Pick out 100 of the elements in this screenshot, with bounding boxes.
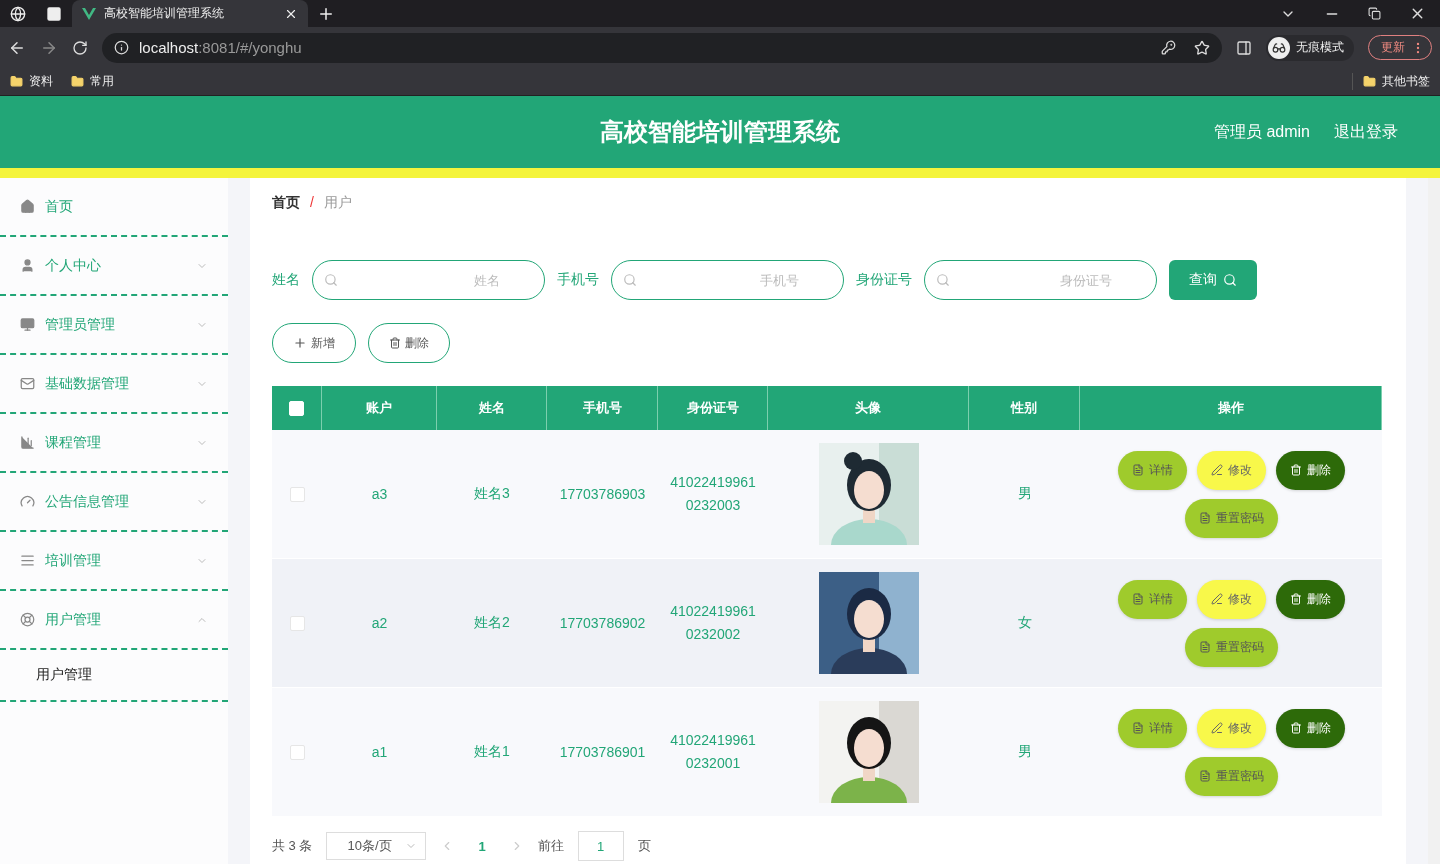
search-field[interactable]: 手机号 — [611, 260, 844, 300]
sidebar-item[interactable]: 用户管理 — [0, 591, 228, 650]
search-icon — [623, 273, 637, 287]
v-logo-icon — [82, 7, 96, 20]
star-icon[interactable] — [1194, 39, 1210, 56]
side-panel-icon[interactable] — [1236, 39, 1252, 56]
column-header: 账户 — [366, 399, 392, 417]
reset-password-button[interactable]: 重置密码 — [1184, 756, 1278, 796]
sidebar-item[interactable]: 培训管理 — [0, 532, 228, 591]
breadcrumb-item: 用户 — [323, 194, 352, 212]
document-icon — [1198, 641, 1211, 653]
table-cell: 女 — [1017, 614, 1032, 632]
lifebuoy-icon — [20, 612, 35, 627]
column-header: 头像 — [855, 399, 881, 417]
column-header: 手机号 — [582, 399, 622, 417]
row-checkbox[interactable] — [289, 486, 305, 502]
table-cell: 男 — [1017, 743, 1032, 761]
gauge-icon — [20, 494, 35, 509]
restore-icon[interactable] — [1368, 7, 1381, 20]
table-cell: a2 — [371, 615, 388, 631]
search-field[interactable]: 姓名 — [312, 260, 545, 300]
table-cell: 姓名3 — [474, 485, 510, 503]
browser-tab[interactable]: 高校智能培训管理系统 — [72, 0, 308, 27]
edit-button[interactable]: 修改 — [1196, 579, 1266, 619]
breadcrumb-separator: / — [310, 194, 314, 212]
incognito-icon — [1272, 40, 1286, 55]
address-bar[interactable]: localhost:8081/#/yonghu — [102, 32, 1222, 63]
sidebar-item[interactable]: 基础数据管理 — [0, 355, 228, 414]
table-cell-text: 17703786901 — [558, 742, 647, 762]
trash-icon — [389, 337, 401, 349]
field-label: 手机号 — [557, 271, 599, 289]
page-number[interactable]: 1 — [468, 838, 496, 854]
delete-button[interactable]: 删除 — [1275, 450, 1345, 490]
document-icon — [1131, 593, 1144, 605]
scrollbar[interactable] — [1428, 178, 1440, 864]
table-cell-text: 17703786902 — [558, 613, 647, 633]
trash-icon — [1289, 464, 1302, 476]
plus-icon — [293, 336, 307, 350]
table-cell: a3 — [371, 486, 388, 502]
row-checkbox[interactable] — [289, 744, 305, 760]
reset-password-button[interactable]: 重置密码 — [1184, 498, 1278, 538]
search-icon — [936, 273, 950, 287]
pen-icon — [1210, 464, 1223, 476]
table-cell-text: 410224199610232003 — [669, 473, 757, 515]
detail-button[interactable]: 详情 — [1117, 450, 1187, 490]
folder-icon — [10, 75, 23, 88]
bookmark-folder[interactable]: 常用 — [71, 73, 114, 90]
column-header: 身份证号 — [686, 399, 739, 417]
reload-icon[interactable] — [72, 39, 88, 56]
bookmark-folder[interactable]: 资料 — [10, 73, 53, 90]
table-cell: 姓名2 — [474, 614, 510, 632]
user-label: 管理员 admin — [1213, 121, 1310, 142]
home-icon — [20, 199, 35, 214]
globe-icon[interactable] — [10, 5, 26, 22]
detail-button[interactable]: 详情 — [1117, 708, 1187, 748]
column-header: 性别 — [1011, 399, 1037, 417]
delete-button[interactable]: 删除 — [1275, 579, 1345, 619]
search-icon — [324, 273, 338, 287]
trash-icon — [1289, 593, 1302, 605]
column-header: 姓名 — [478, 399, 505, 417]
table-cell-text: 410224199610232001 — [669, 731, 757, 773]
reset-password-button[interactable]: 重置密码 — [1184, 627, 1278, 667]
row-checkbox[interactable] — [289, 615, 305, 631]
table-cell-text: 17703786903 — [558, 484, 647, 504]
select-all-checkbox[interactable] — [289, 400, 304, 416]
sidebar-item[interactable]: 公告信息管理 — [0, 473, 228, 532]
delete-button[interactable]: 删除 — [1275, 708, 1345, 748]
detail-button[interactable]: 详情 — [1117, 579, 1187, 619]
sidebar-item[interactable]: 首页 — [0, 178, 228, 237]
edit-button[interactable]: 修改 — [1196, 708, 1266, 748]
sidebar-subitem[interactable]: 用户管理 — [0, 650, 228, 702]
incognito-badge[interactable]: 无痕模式 — [1266, 34, 1354, 61]
sidebar-item[interactable]: 课程管理 — [0, 414, 228, 473]
search-field[interactable]: 身份证号 — [924, 260, 1157, 300]
breadcrumb-item[interactable]: 首页 — [272, 194, 300, 228]
table-cell-text: 410224199610232002 — [669, 602, 757, 644]
delete-button[interactable]: 删除 — [368, 323, 450, 363]
bookmark-folder[interactable]: 其他书签 — [1352, 73, 1430, 90]
key-icon[interactable] — [1161, 39, 1176, 55]
document-icon — [1198, 770, 1211, 782]
table-cell: a1 — [371, 744, 388, 760]
table-cell: 姓名1 — [474, 743, 510, 761]
page-suffix: 页 — [637, 837, 651, 855]
document-icon — [1198, 512, 1211, 524]
app-title: 高校智能培训管理系统 — [600, 118, 840, 145]
sidebar-item[interactable]: 管理员管理 — [0, 296, 228, 355]
total-count: 共 3 条 — [272, 837, 313, 855]
info-icon — [114, 40, 129, 55]
goto-page-field[interactable]: 1 — [577, 831, 624, 861]
page-size-select[interactable]: 10条/页 — [326, 832, 427, 860]
table-cell: 男 — [1017, 485, 1032, 503]
field-label: 姓名 — [272, 271, 300, 289]
logout-link[interactable]: 退出登录 — [1334, 121, 1398, 143]
sidebar-item[interactable]: 个人中心 — [0, 237, 228, 296]
edit-button[interactable]: 修改 — [1196, 450, 1266, 490]
search-button[interactable]: 查询 — [1169, 260, 1257, 300]
add-button[interactable]: 新增 — [272, 323, 356, 363]
column-header: 操作 — [1217, 399, 1244, 417]
pen-icon — [1210, 722, 1223, 734]
window-icon[interactable] — [46, 5, 62, 22]
